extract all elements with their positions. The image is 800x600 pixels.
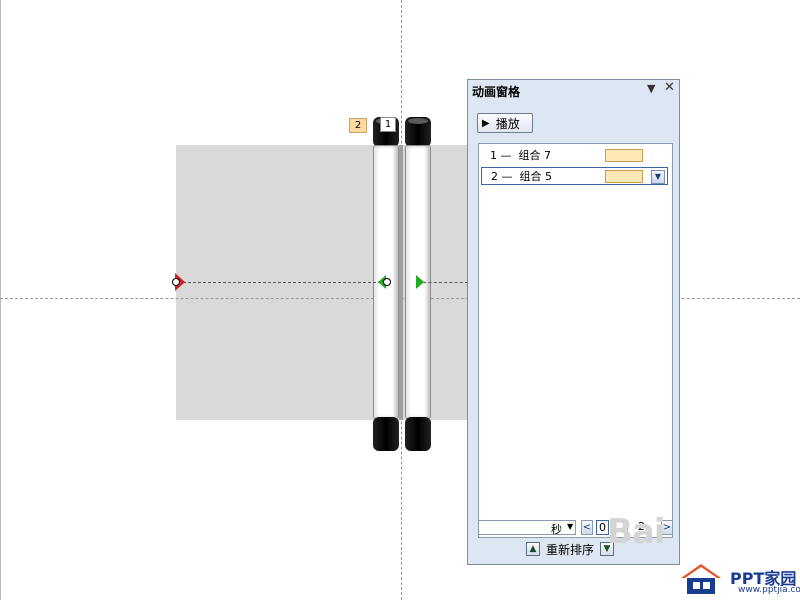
timing-bar[interactable] [605, 149, 643, 162]
anim-order-tag-2[interactable]: 2 [349, 118, 367, 133]
slide-left-edge [0, 0, 1, 600]
list-item[interactable]: 1 — 组合 7 [481, 146, 668, 164]
chevron-down-icon: ▼ [567, 522, 574, 531]
pane-title: 动画窗格 [472, 85, 521, 99]
ppt-url-text: www.pptjia.com [738, 585, 800, 595]
scroll-right-bottom-cap [405, 417, 431, 451]
seconds-label: 秒 [551, 523, 562, 536]
seconds-dropdown[interactable]: 秒 ▼ [478, 520, 576, 536]
ppt-house-logo-icon [681, 564, 721, 594]
play-button[interactable]: ▶ 播放 [477, 113, 533, 133]
scroll-right-top-cap-highlight [408, 118, 428, 124]
scroll-left-bottom-cap [373, 417, 399, 451]
slide-canvas[interactable]: 2 1 [0, 0, 800, 600]
move-up-button[interactable]: ▲ [526, 542, 540, 556]
pane-menu-dropdown-icon[interactable]: ▼ [647, 82, 655, 95]
animation-pane: 动画窗格 ▼ ✕ ▶ 播放 1 — 组合 7 2 — 组合 5 ▼ 秒 ▼ < … [467, 79, 680, 565]
motion-end-handle[interactable] [172, 278, 180, 286]
motion-start-handle[interactable] [383, 278, 391, 286]
item-dropdown-icon[interactable]: ▼ [651, 170, 665, 184]
reorder-label: 重新排序 [546, 542, 595, 557]
anim-order-tag-1[interactable]: 1 [380, 117, 396, 132]
pane-close-icon[interactable]: ✕ [664, 80, 675, 95]
motion-path-markers [172, 273, 424, 291]
play-icon: ▶ [482, 117, 490, 129]
motion-start-arrow-right-green [416, 275, 424, 289]
animation-list[interactable]: 1 — 组合 7 2 — 组合 5 ▼ [478, 143, 673, 538]
list-item-selected[interactable]: 2 — 组合 5 ▼ [481, 167, 668, 185]
list-item-label: 2 — 组合 5 [491, 170, 552, 183]
timeline-scroll-left-button[interactable]: < [581, 520, 593, 535]
timing-bar[interactable] [605, 170, 643, 183]
play-label: 播放 [495, 116, 520, 131]
list-item-label: 1 — 组合 7 [490, 149, 551, 162]
baidu-watermark: Bai [607, 512, 666, 552]
